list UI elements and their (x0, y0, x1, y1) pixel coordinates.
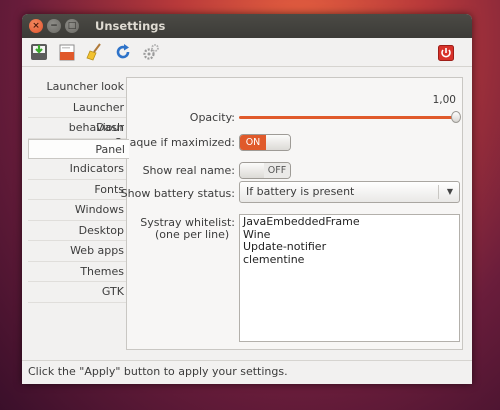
opacity-label: Opacity: (189, 111, 235, 124)
sidebar: Launcher look Launcher behaviour Dash Pa… (28, 77, 129, 303)
whitelist-entry: JavaEmbeddedFrame (243, 215, 360, 228)
dropdown-separator (438, 185, 439, 199)
sidebar-item-launcher-look[interactable]: Launcher look (28, 77, 128, 98)
settings-icon[interactable] (140, 41, 162, 63)
toggle-handle (266, 135, 290, 150)
save-icon[interactable] (28, 41, 50, 63)
dropdown-selected-value: If battery is present (246, 185, 355, 198)
show-real-name-label: Show real name: (142, 164, 235, 177)
show-battery-status-label: Show battery status: (120, 187, 235, 200)
opacity-slider-handle[interactable] (451, 111, 461, 123)
sidebar-item-gtk[interactable]: GTK (28, 282, 128, 303)
quit-icon[interactable] (435, 42, 457, 64)
chevron-down-icon: ▼ (446, 187, 453, 196)
sidebar-item-themes[interactable]: Themes (28, 262, 128, 282)
window-title: Unsettings (95, 19, 166, 33)
opaque-if-maximized-toggle[interactable]: ON (239, 134, 291, 151)
whitelist-entry: Update-notifier (243, 240, 327, 253)
sidebar-item-panel[interactable]: Panel (28, 138, 129, 159)
sidebar-item-fonts[interactable]: Fonts (28, 180, 128, 200)
opaque-if-maximized-label: Opaque if maximized: (113, 136, 235, 149)
sidebar-item-web-apps[interactable]: Web apps (28, 241, 128, 262)
minimize-window-button[interactable]: − (47, 19, 61, 33)
refresh-icon[interactable] (112, 41, 134, 63)
sidebar-item-windows[interactable]: Windows (28, 200, 128, 221)
opacity-slider[interactable] (239, 116, 457, 119)
systray-whitelist-hint: (one per line) (155, 228, 230, 241)
whitelist-entry: clementine (243, 252, 305, 266)
panel-settings-page: Opacity: 1,00 Opaque if maximized: ON Sh… (114, 77, 463, 350)
toggle-off-text: OFF (264, 163, 290, 178)
sidebar-item-indicators[interactable]: Indicators (28, 159, 128, 180)
content-area: Launcher look Launcher behaviour Dash Pa… (22, 70, 472, 360)
app-window: × − □ Unsettings Launcher look Launcher … (22, 14, 472, 384)
sidebar-item-desktop[interactable]: Desktop (28, 221, 128, 241)
systray-whitelist-textarea[interactable]: JavaEmbeddedFrame Wine Update-notifier c… (239, 214, 460, 342)
titlebar: × − □ Unsettings (22, 14, 472, 38)
sidebar-item-launcher-behaviour[interactable]: Launcher behaviour (28, 98, 128, 134)
show-real-name-toggle[interactable]: OFF (239, 162, 291, 179)
toolbar (22, 38, 472, 67)
open-icon[interactable] (56, 41, 78, 63)
opacity-value: 1,00 (432, 94, 456, 106)
toggle-handle (240, 163, 264, 178)
battery-status-dropdown[interactable]: If battery is present ▼ (239, 181, 460, 203)
maximize-window-button[interactable]: □ (65, 19, 79, 33)
close-window-button[interactable]: × (29, 19, 43, 33)
toggle-on-text: ON (240, 135, 266, 150)
status-bar: Click the "Apply" button to apply your s… (22, 360, 472, 384)
clear-icon[interactable] (84, 41, 106, 63)
